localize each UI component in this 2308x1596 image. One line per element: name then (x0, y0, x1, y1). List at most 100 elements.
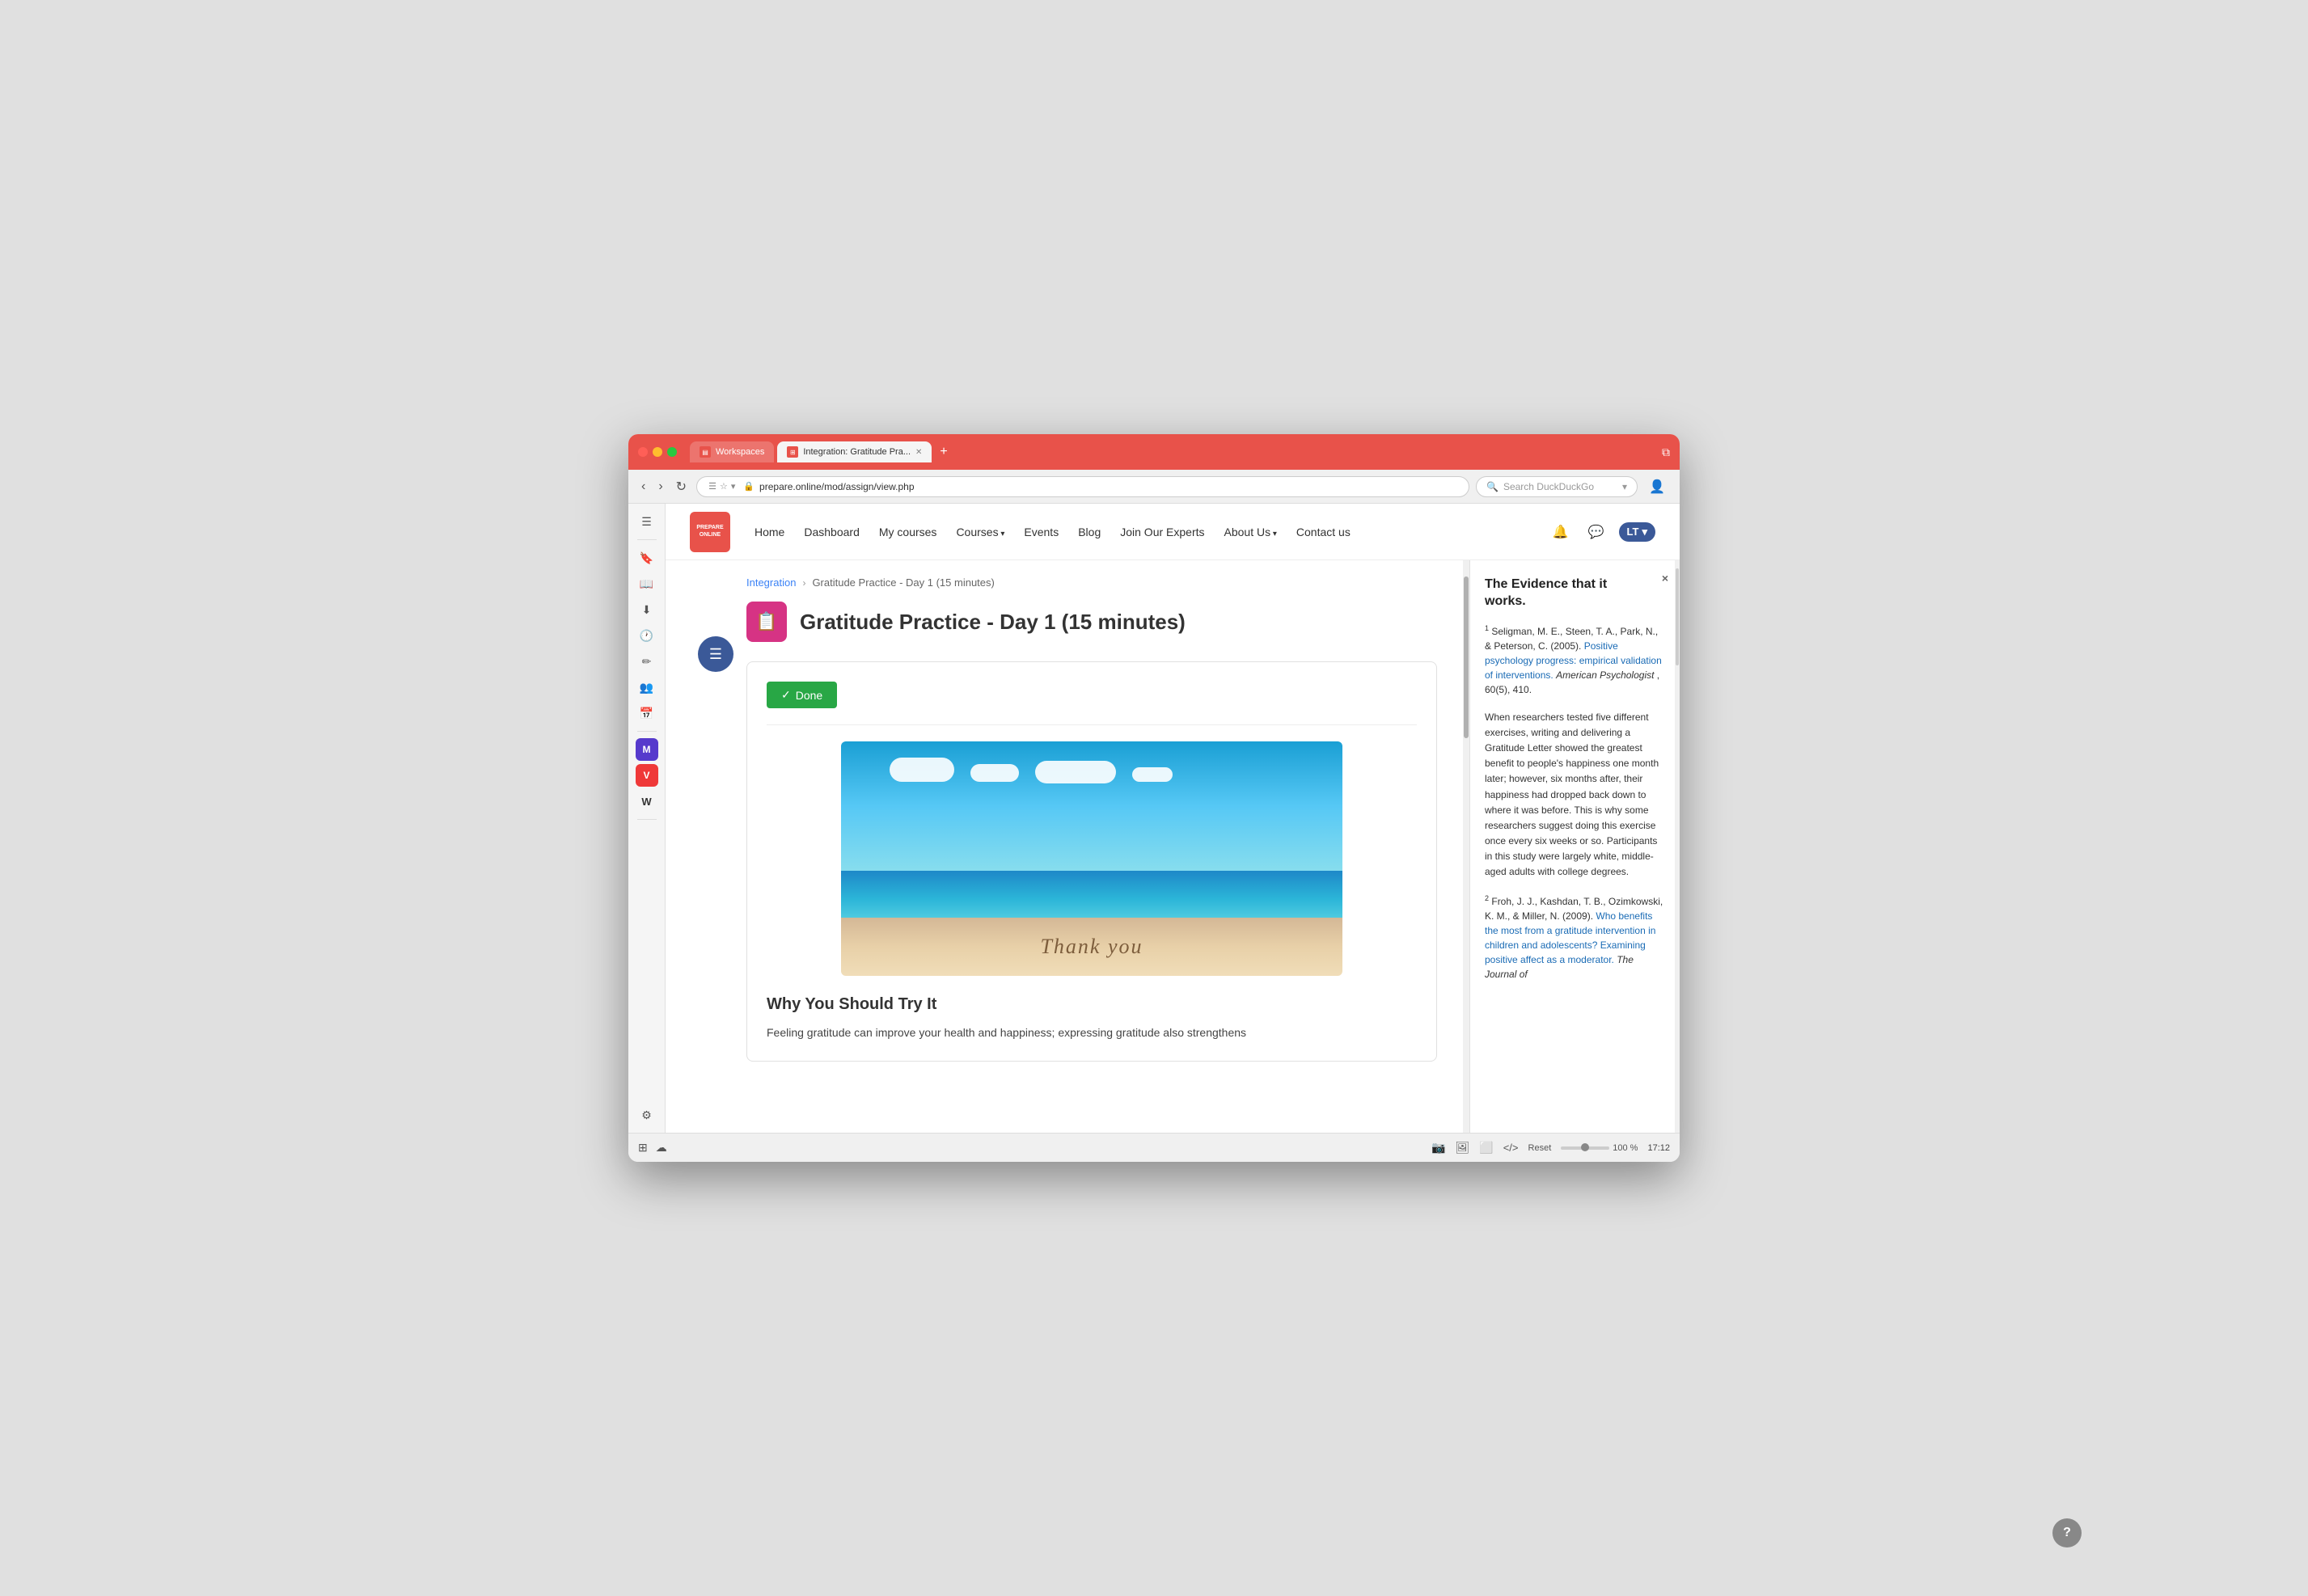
team-icon[interactable]: 👥 (636, 676, 658, 699)
page-content: PREPARE ONLINE Home Dashboard My courses… (666, 504, 1680, 1133)
module-toggle[interactable]: ☰ (698, 636, 733, 672)
new-tab-button[interactable]: + (935, 443, 952, 461)
maximize-button[interactable] (667, 447, 677, 457)
panel-title: The Evidence that it works. (1485, 576, 1665, 610)
citation-1: 1 Seligman, M. E., Steen, T. A., Park, N… (1485, 623, 1665, 697)
window-maximize-icon[interactable]: ⧉ (1662, 445, 1670, 459)
cloud-1 (890, 758, 954, 782)
sidebar-divider-3 (637, 819, 657, 820)
close-button[interactable] (638, 447, 648, 457)
window-icon[interactable]: ⬜ (1479, 1141, 1493, 1155)
citation-1-text: 1 Seligman, M. E., Steen, T. A., Park, N… (1485, 623, 1665, 697)
search-dropdown-icon: ▾ (1622, 481, 1627, 492)
profile-icon[interactable]: 👤 (1644, 474, 1670, 500)
downloads-icon[interactable]: ⬇ (636, 598, 658, 621)
nav-blog[interactable]: Blog (1078, 526, 1101, 538)
time-display: 17:12 (1647, 1143, 1670, 1153)
list-icon[interactable]: ☰ (698, 636, 733, 672)
nav-events[interactable]: Events (1024, 526, 1059, 538)
history-icon[interactable]: 🕐 (636, 624, 658, 647)
breadcrumb-current: Gratitude Practice - Day 1 (15 minutes) (812, 576, 994, 589)
shield-icon: 🔒 (743, 481, 755, 492)
assignment-icon: 📋 (746, 602, 787, 642)
nav-contact-us[interactable]: Contact us (1296, 526, 1351, 538)
assignment-icon-symbol: 📋 (755, 611, 777, 632)
address-input[interactable]: ☰ ☆ ▾ 🔒 prepare.online/mod/assign/view.p… (696, 476, 1469, 497)
panel-scrollbar[interactable] (1675, 560, 1680, 1133)
bottom-panels-icon[interactable]: ⊞ (638, 1141, 648, 1155)
tab-workspaces[interactable]: ▤ Workspaces (690, 441, 774, 462)
breadcrumb-parent[interactable]: Integration (746, 576, 796, 589)
citation-2: 2 Froh, J. J., Kashdan, T. B., Ozimkowsk… (1485, 893, 1665, 982)
nav-courses[interactable]: Courses (956, 526, 1004, 538)
beach-clouds (890, 758, 1294, 783)
bookmarks-icon[interactable]: 🔖 (636, 547, 658, 569)
browser-sidebar: ☰ 🔖 📖 ⬇ 🕐 ✏ 👥 📅 M V W ⚙ (628, 504, 666, 1133)
nav-home[interactable]: Home (755, 526, 784, 538)
mastodon-icon[interactable]: M (636, 738, 658, 761)
reload-button[interactable]: ↻ (673, 475, 690, 498)
url-text: prepare.online/mod/assign/view.php (759, 481, 1457, 492)
done-label: Done (796, 689, 822, 702)
minimize-button[interactable] (653, 447, 662, 457)
content-card: ✓ Done (746, 661, 1437, 1062)
nav-about-us[interactable]: About Us (1224, 526, 1277, 538)
beach-image: Thank you (841, 741, 1342, 976)
breadcrumb: Integration › Gratitude Practice - Day 1… (746, 576, 1437, 1062)
beach-sand: Thank you (841, 918, 1342, 977)
dev-tools-icon[interactable]: </> (1503, 1142, 1519, 1154)
traffic-lights (638, 447, 677, 457)
beach-water (841, 871, 1342, 918)
ref1-journal: American Psychologist (1556, 669, 1654, 681)
tabs-area: ▤ Workspaces ⊞ Integration: Gratitude Pr… (690, 441, 1655, 462)
reading-list-icon[interactable]: 📖 (636, 572, 658, 595)
chevron-down-icon: ▾ (731, 481, 736, 492)
user-avatar[interactable]: LT ▾ (1619, 522, 1655, 542)
bell-icon[interactable]: 🔔 (1548, 519, 1574, 545)
done-icon: ✓ (781, 688, 791, 702)
zoom-slider[interactable] (1561, 1146, 1609, 1150)
search-box[interactable]: 🔍 Search DuckDuckGo ▾ (1476, 476, 1638, 497)
back-button[interactable]: ‹ (638, 476, 649, 497)
screenshot-icon[interactable]: 📷 (1431, 1141, 1445, 1155)
sidebar-toggle-icon[interactable]: ☰ (636, 510, 658, 533)
logo-text: PREPARE ONLINE (696, 525, 723, 538)
notes-icon[interactable]: ✏ (636, 650, 658, 673)
done-button[interactable]: ✓ Done (767, 682, 837, 708)
cloud-3 (1035, 761, 1116, 783)
nav-join-experts[interactable]: Join Our Experts (1120, 526, 1204, 538)
why-body: Feeling gratitude can improve your healt… (767, 1024, 1417, 1041)
site-nav: PREPARE ONLINE Home Dashboard My courses… (666, 504, 1680, 560)
bottom-actions: 📷 🖼 ⬜ </> Reset 100 % 17:12 (1431, 1141, 1670, 1155)
evidence-panel: × The Evidence that it works. 1 Seligman… (1469, 560, 1680, 1133)
forward-button[interactable]: › (655, 476, 666, 497)
vivaldi-icon[interactable]: V (636, 764, 658, 787)
zoom-slider-thumb (1581, 1143, 1589, 1151)
reset-label[interactable]: Reset (1528, 1143, 1552, 1153)
bottom-cloud-icon[interactable]: ☁ (656, 1141, 667, 1155)
wikipedia-icon[interactable]: W (636, 790, 658, 813)
calendar-icon[interactable]: 📅 (636, 702, 658, 724)
address-bar-row: ‹ › ↻ ☰ ☆ ▾ 🔒 prepare.online/mod/assign/… (628, 470, 1680, 504)
message-icon[interactable]: 💬 (1583, 519, 1609, 545)
thank-you-text: Thank you (1040, 935, 1143, 959)
panel-close-button[interactable]: × (1662, 572, 1668, 585)
tab2-close-icon[interactable]: ✕ (915, 448, 922, 457)
sidebar-divider-2 (637, 731, 657, 732)
nav-dashboard[interactable]: Dashboard (804, 526, 860, 538)
settings-icon[interactable]: ⚙ (636, 1104, 658, 1126)
breadcrumb-separator: › (802, 577, 805, 589)
bookmark-star-icon: ☆ (720, 481, 728, 492)
scroll-thumb (1464, 576, 1469, 738)
site-logo[interactable]: PREPARE ONLINE (690, 512, 730, 552)
search-placeholder: Search DuckDuckGo (1503, 481, 1594, 492)
nav-links: Home Dashboard My courses Courses Events… (755, 526, 1548, 538)
cloud-4 (1132, 767, 1173, 782)
content-scrollbar[interactable] (1463, 560, 1469, 1133)
why-title: Why You Should Try It (767, 995, 1417, 1014)
gallery-icon[interactable]: 🖼 (1456, 1141, 1470, 1155)
nav-my-courses[interactable]: My courses (879, 526, 937, 538)
beach-sky (841, 741, 1342, 871)
course-content: ☰ Integration › Gratitude Practice - Day… (666, 560, 1469, 1133)
tab-integration[interactable]: ⊞ Integration: Gratitude Pra... ✕ (777, 441, 932, 462)
